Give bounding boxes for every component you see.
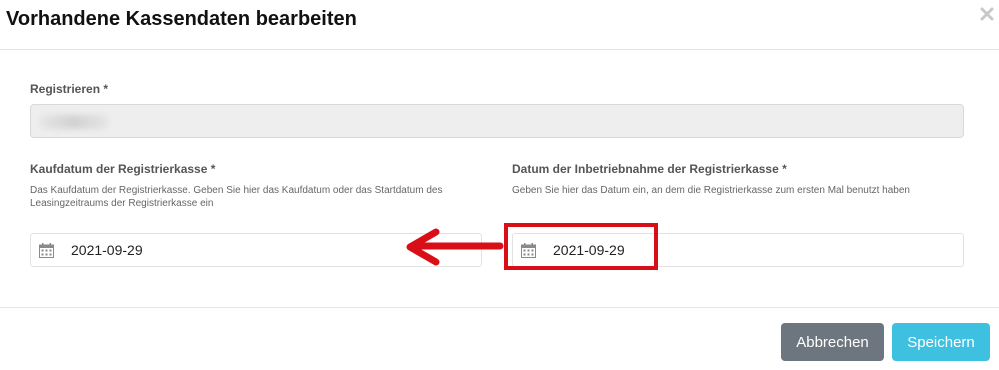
close-icon[interactable]: [979, 6, 995, 22]
purchase-date-label: Kaufdatum der Registrierkasse *: [30, 162, 216, 176]
commissioning-date-input[interactable]: 2021-09-29: [512, 233, 964, 267]
dialog-footer: Abbrechen Speichern: [0, 307, 999, 370]
purchase-date-help: Das Kaufdatum der Registrierkasse. Geben…: [30, 185, 443, 209]
edit-register-dialog: Vorhandene Kassendaten bearbeiten Regist…: [0, 0, 999, 370]
register-value-blurred: [39, 115, 109, 129]
commissioning-date-help: Geben Sie hier das Datum ein, an dem die…: [512, 185, 910, 196]
save-button[interactable]: Speichern: [892, 323, 990, 361]
dialog-title: Vorhandene Kassendaten bearbeiten: [6, 8, 357, 30]
calendar-icon: [39, 243, 54, 258]
commissioning-date-label: Datum der Inbetriebnahme der Registrierk…: [512, 162, 787, 176]
commissioning-date-value: 2021-09-29: [553, 242, 625, 258]
dialog-header: Vorhandene Kassendaten bearbeiten: [0, 0, 999, 50]
cancel-button[interactable]: Abbrechen: [781, 323, 884, 361]
purchase-date-input[interactable]: 2021-09-29: [30, 233, 482, 267]
register-input: [30, 104, 964, 138]
register-label: Registrieren *: [30, 82, 109, 96]
purchase-date-value: 2021-09-29: [71, 242, 143, 258]
calendar-icon: [521, 243, 536, 258]
